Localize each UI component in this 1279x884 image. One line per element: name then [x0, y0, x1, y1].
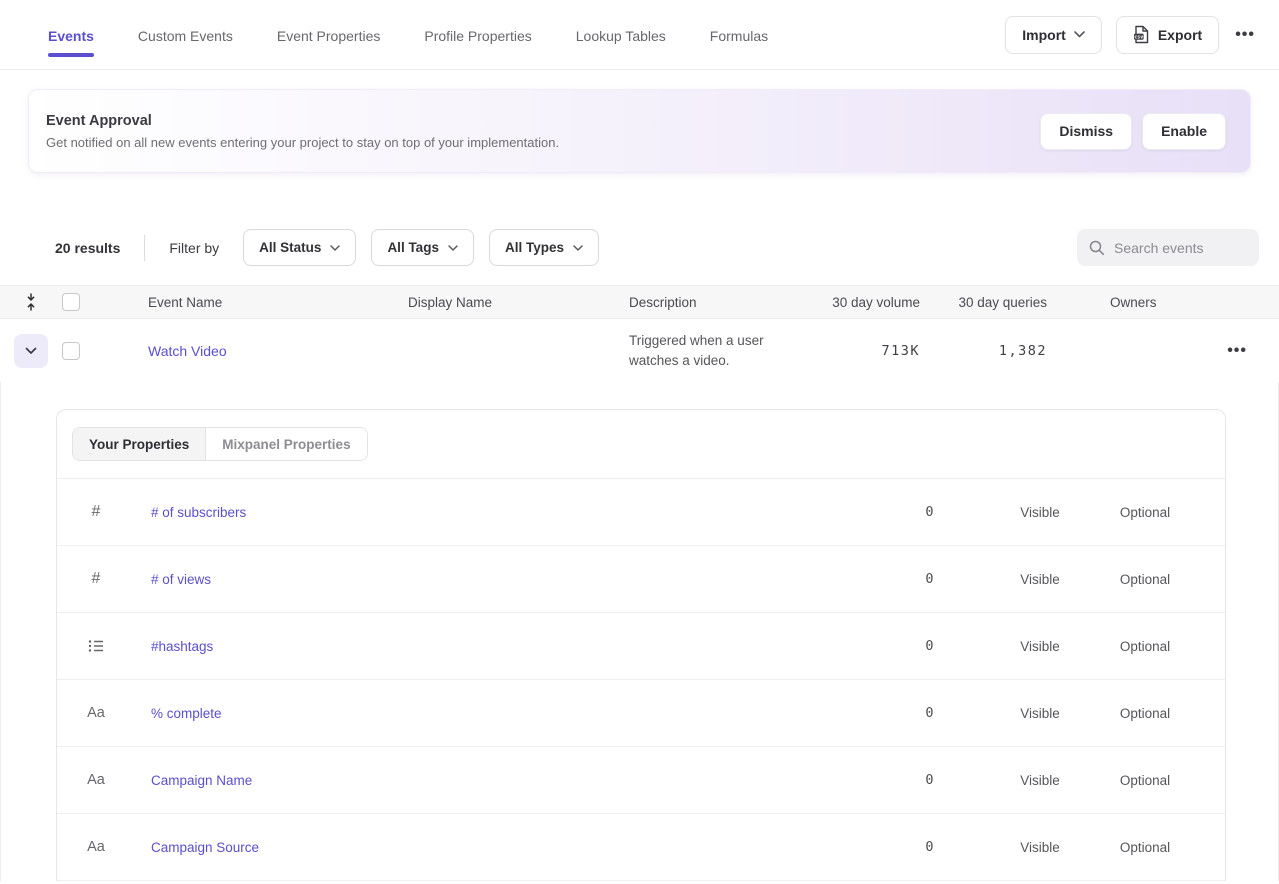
- list-type-icon: [85, 639, 107, 653]
- property-visibility: Visible: [990, 572, 1090, 587]
- column-30-day-volume: 30 day volume: [829, 295, 920, 310]
- overflow-menu-button[interactable]: •••: [1233, 22, 1257, 48]
- banner-subtitle: Get notified on all new events entering …: [46, 135, 559, 150]
- column-owners: Owners: [1047, 295, 1187, 310]
- property-name-link[interactable]: #hashtags: [151, 639, 213, 654]
- property-visibility: Visible: [990, 639, 1090, 654]
- chevron-down-icon: [25, 347, 37, 355]
- results-count: 20 results: [55, 240, 120, 256]
- csv-file-icon: csv: [1133, 25, 1150, 44]
- filter-bar: 20 results Filter by All Status All Tags…: [55, 229, 1259, 266]
- tab-formulas[interactable]: Formulas: [710, 1, 768, 69]
- column-30-day-queries: 30 day queries: [920, 295, 1047, 310]
- properties-tab-bar: Your Properties Mixpanel Properties: [57, 410, 1225, 479]
- collapse-row-button[interactable]: [14, 334, 48, 368]
- tab-events-label: Events: [48, 28, 94, 44]
- chevron-down-icon: [448, 245, 458, 251]
- divider: [144, 235, 145, 261]
- queries-cell: 1,382: [920, 343, 1047, 359]
- property-name-link[interactable]: Campaign Source: [151, 840, 259, 855]
- column-event-name: Event Name: [118, 295, 408, 310]
- property-requirement: Optional: [1090, 840, 1200, 855]
- property-row: #hashtags 0 Visible Optional: [57, 613, 1225, 680]
- property-requirement: Optional: [1090, 706, 1200, 721]
- types-filter-dropdown[interactable]: All Types: [489, 229, 599, 266]
- property-requirement: Optional: [1090, 505, 1200, 520]
- search-box: [1077, 229, 1259, 266]
- property-name-link[interactable]: # of subscribers: [151, 505, 246, 520]
- top-nav: Events Custom Events Event Properties Pr…: [0, 0, 1279, 70]
- banner-text: Event Approval Get notified on all new e…: [46, 113, 559, 150]
- status-filter-dropdown[interactable]: All Status: [243, 229, 356, 266]
- enable-button[interactable]: Enable: [1142, 113, 1226, 150]
- text-type-icon: Aa: [85, 839, 107, 855]
- property-count: 0: [880, 705, 935, 721]
- active-tab-underline: [48, 53, 94, 57]
- property-count: 0: [880, 638, 935, 654]
- collapse-all-button[interactable]: [0, 292, 62, 312]
- event-name-link[interactable]: Watch Video: [148, 343, 227, 359]
- properties-panel: Your Properties Mixpanel Properties # # …: [56, 409, 1226, 881]
- tab-lookup-tables[interactable]: Lookup Tables: [576, 1, 666, 69]
- property-name-link[interactable]: # of views: [151, 572, 211, 587]
- search-input[interactable]: [1114, 240, 1244, 256]
- property-row: Aa % complete 0 Visible Optional: [57, 680, 1225, 747]
- svg-text:csv: csv: [1134, 35, 1143, 41]
- export-button[interactable]: csv Export: [1116, 16, 1219, 54]
- select-all-checkbox[interactable]: [62, 293, 80, 311]
- row-overflow-menu-button[interactable]: •••: [1225, 338, 1249, 364]
- number-type-icon: #: [85, 570, 107, 588]
- expanded-row-section: Your Properties Mixpanel Properties # # …: [0, 382, 1279, 881]
- property-name-link[interactable]: % complete: [151, 706, 222, 721]
- column-description: Description: [629, 295, 829, 310]
- nav-tabs: Events Custom Events Event Properties Pr…: [48, 1, 768, 69]
- property-row: Aa Campaign Source 0 Visible Optional: [57, 814, 1225, 881]
- import-button[interactable]: Import: [1005, 16, 1102, 54]
- tags-filter-dropdown[interactable]: All Tags: [371, 229, 474, 266]
- properties-tab-group: Your Properties Mixpanel Properties: [72, 427, 368, 461]
- tab-profile-properties[interactable]: Profile Properties: [424, 1, 531, 69]
- property-visibility: Visible: [990, 505, 1090, 520]
- property-name-link[interactable]: Campaign Name: [151, 773, 252, 788]
- tab-event-properties[interactable]: Event Properties: [277, 1, 381, 69]
- property-row: Aa Campaign Name 0 Visible Optional: [57, 747, 1225, 814]
- collapse-rows-icon: [24, 292, 38, 312]
- banner-actions: Dismiss Enable: [1040, 113, 1226, 150]
- tab-mixpanel-properties[interactable]: Mixpanel Properties: [205, 428, 366, 460]
- property-count: 0: [880, 571, 935, 587]
- tab-your-properties[interactable]: Your Properties: [73, 428, 205, 460]
- column-display-name: Display Name: [408, 295, 629, 310]
- table-header: Event Name Display Name Description 30 d…: [0, 285, 1279, 319]
- chevron-down-icon: [1074, 31, 1085, 38]
- property-row: # # of views 0 Visible Optional: [57, 546, 1225, 613]
- dismiss-button[interactable]: Dismiss: [1040, 113, 1132, 150]
- search-icon: [1089, 240, 1105, 256]
- property-visibility: Visible: [990, 773, 1090, 788]
- event-row-watch-video: Watch Video Triggered when a user watche…: [0, 319, 1279, 382]
- event-approval-banner: Event Approval Get notified on all new e…: [28, 89, 1251, 173]
- row-checkbox[interactable]: [62, 342, 80, 360]
- property-requirement: Optional: [1090, 773, 1200, 788]
- property-row: # # of subscribers 0 Visible Optional: [57, 479, 1225, 546]
- number-type-icon: #: [85, 503, 107, 521]
- tab-custom-events[interactable]: Custom Events: [138, 1, 233, 69]
- property-visibility: Visible: [990, 706, 1090, 721]
- banner-title: Event Approval: [46, 113, 559, 129]
- filter-by-label: Filter by: [169, 240, 219, 256]
- description-cell: Triggered when a user watches a video.: [629, 331, 829, 371]
- volume-cell: 713K: [829, 343, 920, 359]
- property-count: 0: [880, 839, 935, 855]
- property-count: 0: [880, 772, 935, 788]
- tab-events[interactable]: Events: [48, 1, 94, 69]
- nav-actions: Import csv Export •••: [1005, 16, 1257, 54]
- property-requirement: Optional: [1090, 572, 1200, 587]
- property-visibility: Visible: [990, 840, 1090, 855]
- text-type-icon: Aa: [85, 772, 107, 788]
- chevron-down-icon: [573, 245, 583, 251]
- text-type-icon: Aa: [85, 705, 107, 721]
- property-count: 0: [880, 504, 935, 520]
- property-requirement: Optional: [1090, 639, 1200, 654]
- chevron-down-icon: [330, 245, 340, 251]
